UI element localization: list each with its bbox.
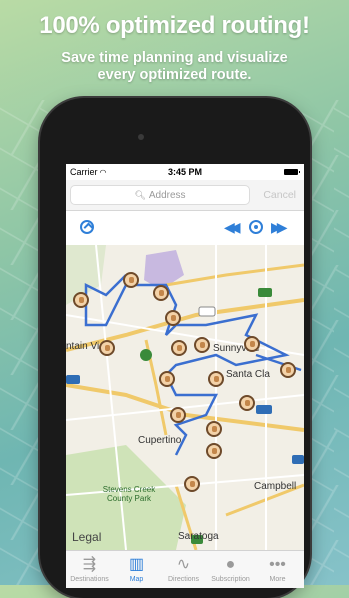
route-stop-pin[interactable] [184,476,200,492]
tab-more[interactable]: ••• More [254,551,301,588]
route-stop-pin[interactable] [73,292,89,308]
location-compass-icon[interactable] [80,220,94,234]
promo-subtitle-line2: every optimized route. [97,67,252,83]
legal-link[interactable]: Legal [72,530,101,544]
route-stop-pin[interactable] [239,395,255,411]
route-stop-pin[interactable] [194,337,210,353]
app-screen: Carrier ◠ 3:45 PM 🔍︎ Address Cancel ◀◀ ▶▶ [66,164,304,588]
route-stop-pin[interactable] [170,407,186,423]
search-icon: 🔍︎ [134,190,146,200]
next-stop-icon[interactable]: ▶▶ [271,219,287,236]
previous-stop-icon[interactable]: ◀◀ [224,219,240,236]
search-input[interactable]: 🔍︎ Address [70,185,250,205]
directions-icon: ∿ [176,556,191,573]
map-label-campbell: Campbell [254,481,297,492]
highway-237 [165,263,304,287]
route-stop-pin[interactable] [99,340,115,356]
tab-label: More [269,576,286,583]
signpost-icon: ⇶ [82,556,97,573]
route-stop-pin[interactable] [206,421,222,437]
tab-label: Subscription [211,576,250,583]
center-route-icon[interactable] [249,220,263,234]
map-label-saratoga: Saratoga [178,531,219,542]
map-toolbar: ◀◀ ▶▶ [66,211,304,245]
route-stop-pin[interactable] [153,285,169,301]
tab-map[interactable]: ▥ Map [113,551,160,588]
more-dots-icon: ••• [269,556,286,573]
route-stop-pin[interactable] [208,371,224,387]
route-stop-pin[interactable] [171,340,187,356]
tab-directions[interactable]: ∿ Directions [160,551,207,588]
tab-label: Directions [167,576,200,583]
map-icon: ▥ [128,556,145,573]
promo-subtitle-line1: Save time planning and visualize [61,50,288,66]
tab-bar: ⇶ Destinations ▥ Map ∿ Directions ● Subs… [66,550,304,588]
map-label-stevens-creek: Stevens Creek County Park [102,485,156,503]
search-bar: 🔍︎ Address Cancel [66,180,304,211]
piggy-bank-icon: ● [225,556,236,573]
status-bar: Carrier ◠ 3:45 PM [66,164,304,180]
map-label-cupertino: Cupertino [138,435,182,446]
search-placeholder: Address [148,190,186,201]
map-canvas [66,245,304,550]
map-label-santa-clara: Santa Cla [226,369,270,380]
cancel-button[interactable]: Cancel [263,189,296,201]
promo-title: 100% optimized routing! [39,12,310,39]
route-stop-pin[interactable] [123,272,139,288]
route-stop-pin[interactable] [244,336,260,352]
tab-destinations[interactable]: ⇶ Destinations [66,551,113,588]
route-stop-pin[interactable] [159,371,175,387]
route-stop-pin[interactable] [280,362,296,378]
route-line [84,274,290,456]
route-stop-pin[interactable] [165,310,181,326]
phone-camera [138,134,144,140]
route-stop-pin[interactable] [206,443,222,459]
tab-label: Map [129,576,144,583]
battery-icon [284,169,300,175]
status-time: 3:45 PM [167,167,202,177]
promo-subtitle: Save time planning and visualize every o… [0,50,349,84]
route-map[interactable]: Sunnyvale Santa Cla ntain View Cupertino… [66,245,304,550]
tab-label: Destinations [70,576,109,583]
tab-subscription[interactable]: ● Subscription [207,551,254,588]
